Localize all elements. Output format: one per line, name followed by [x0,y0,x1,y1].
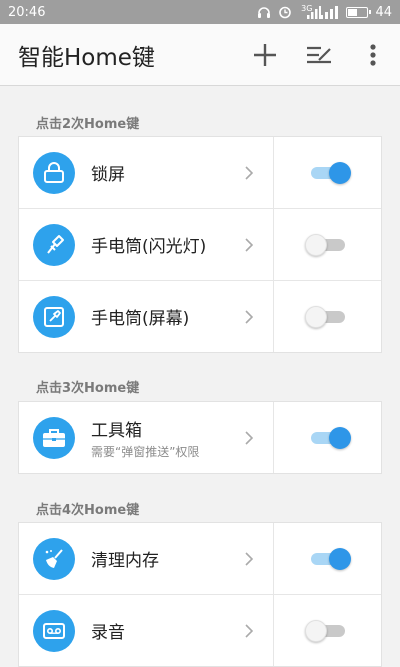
list-item-clean-memory: 清理内存 [19,523,381,595]
item-main-flashlight[interactable]: 手电筒(闪光灯) [19,209,274,280]
edit-list-button[interactable] [292,28,346,82]
screen-light-icon [33,295,75,338]
lock-icon [33,151,75,194]
item-label: 工具箱 [91,420,142,441]
toggle-switch[interactable] [304,619,347,642]
item-sublabel: 需要“弹窗推送”权限 [91,444,200,459]
toggle-switch[interactable] [309,426,351,449]
list-item-screen-light: 手电筒(屏幕) [19,281,381,352]
list-item-lock: 锁屏 [19,137,381,209]
toggle-switch[interactable] [309,161,351,184]
more-button[interactable] [346,28,400,82]
item-label: 清理内存 [91,551,159,571]
page-title: 智能Home键 [18,44,155,71]
app-bar-actions [238,28,400,82]
section-header-3x: 点击3次Home键 [36,381,140,396]
status-icons: 3G 44 [257,3,392,20]
item-label: 录音 [91,623,125,643]
card-4x: 清理内存 录音 [18,522,382,667]
signal-3g-icon: 3G [299,3,322,19]
toggle-switch[interactable] [304,305,347,328]
app-bar: 智能Home键 [0,24,400,86]
item-main-screen-light[interactable]: 手电筒(屏幕) [19,281,274,352]
edit-list-icon [307,46,331,63]
item-label: 手电筒(屏幕) [91,309,190,329]
toggle-switch[interactable] [309,547,351,570]
list-item-recorder: 录音 [19,595,381,666]
flashlight-icon [33,223,75,266]
recorder-icon [33,609,75,652]
item-main-toolbox[interactable]: 工具箱 需要“弹窗推送”权限 [19,402,274,473]
chevron-right-icon [239,165,259,180]
list-item-toolbox: 工具箱 需要“弹窗推送”权限 [19,402,381,473]
item-main-clean-memory[interactable]: 清理内存 [19,523,274,594]
item-main-recorder[interactable]: 录音 [19,595,274,666]
toggle-switch[interactable] [304,233,347,256]
broom-icon [33,537,75,580]
add-button[interactable] [238,28,292,82]
section-header-4x: 点击4次Home键 [36,503,140,518]
chevron-right-icon [239,430,259,445]
card-2x: 锁屏 手电筒(闪光灯) 手电筒(屏幕) [18,136,382,353]
signal-icon [319,5,339,19]
chevron-right-icon [239,237,259,252]
item-label: 手电筒(闪光灯) [91,237,207,257]
signal-label: 3G [301,3,313,13]
more-vert-icon [370,43,376,66]
chevron-right-icon [239,623,259,638]
section-header-2x: 点击2次Home键 [36,117,140,132]
item-label: 锁屏 [91,165,125,185]
alarm-icon [278,5,292,19]
item-main-lock[interactable]: 锁屏 [19,137,274,208]
list-item-flashlight: 手电筒(闪光灯) [19,209,381,281]
status-time: 20:46 [8,4,46,20]
toolbox-icon [33,416,75,459]
status-bar: 20:46 3G 44 [0,0,400,24]
headset-icon [257,5,271,19]
card-3x: 工具箱 需要“弹窗推送”权限 [18,401,382,474]
battery-icon [346,6,372,18]
chevron-right-icon [239,309,259,324]
add-icon [254,43,276,66]
chevron-right-icon [239,551,259,566]
battery-level: 44 [375,4,392,20]
